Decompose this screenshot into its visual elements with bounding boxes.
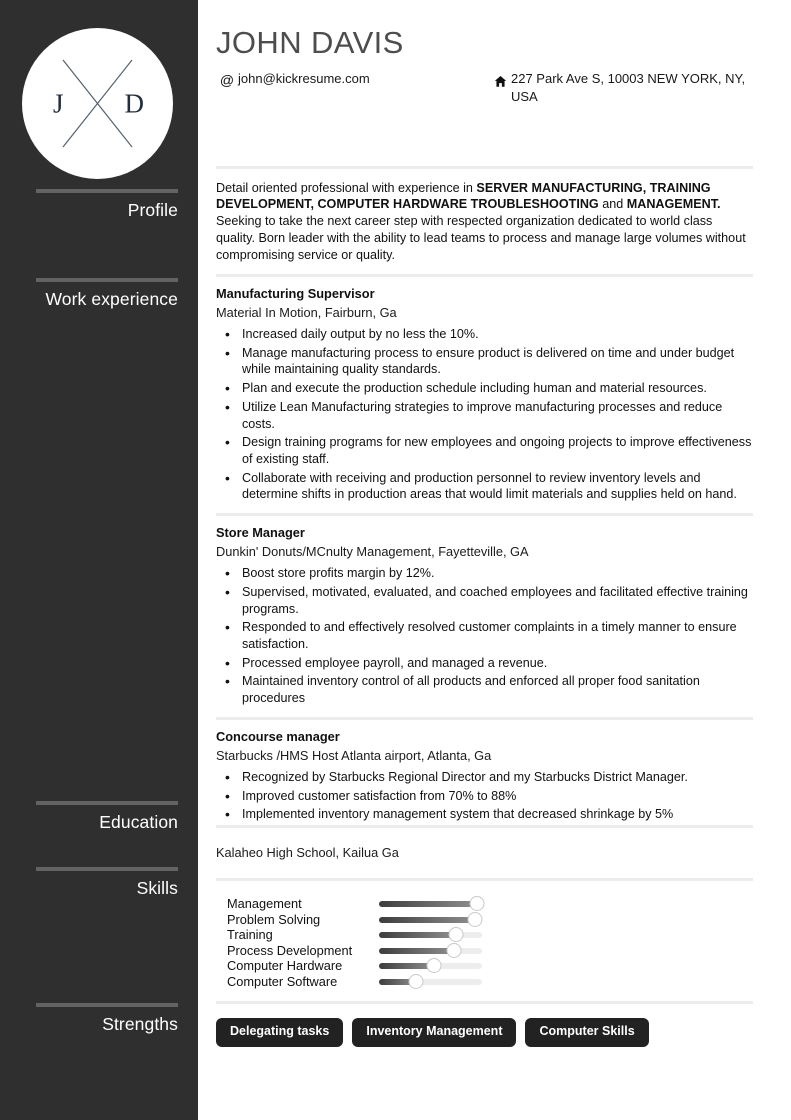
slider-fill bbox=[379, 932, 457, 939]
job-organization: Material In Motion, Fairburn, Ga bbox=[216, 304, 397, 320]
sidebar-label-profile: Profile bbox=[127, 200, 178, 220]
skill-level-slider[interactable] bbox=[379, 973, 482, 989]
work-experience-item: Store Manager Dunkin' Donuts/MCnulty Mana… bbox=[216, 516, 753, 707]
job-bullet: Improved customer satisfaction from 70% … bbox=[216, 787, 753, 805]
sidebar-item-education[interactable]: Education bbox=[0, 310, 198, 833]
summary-text: Detail oriented professional with experi… bbox=[216, 181, 746, 263]
skill-label: Problem Solving bbox=[227, 911, 321, 927]
skill-label: Management bbox=[227, 896, 302, 912]
skill-label: Process Development bbox=[227, 942, 353, 958]
sidebar-item-profile[interactable]: Profile bbox=[0, 0, 198, 221]
skill-level-slider[interactable] bbox=[379, 896, 485, 912]
job-organization: Starbucks /HMS Host Atlanta airport, Atl… bbox=[216, 747, 492, 763]
slider-knob[interactable] bbox=[408, 973, 424, 989]
job-title: Manufacturing Supervisor bbox=[216, 285, 375, 301]
education-item: Kalaheo High School, Kailua Ga bbox=[216, 845, 399, 861]
sidebar-label-education: Education bbox=[99, 812, 178, 832]
sidebar-label-work-experience: Work experience bbox=[45, 289, 178, 309]
resume-header: JOHN DAVIS @ john@kickresume.com 227 Par… bbox=[216, 0, 753, 106]
skill-level-slider[interactable] bbox=[379, 911, 483, 927]
sidebar-item-skills[interactable]: Skills bbox=[0, 833, 198, 899]
slider-knob[interactable] bbox=[469, 896, 485, 912]
slider-fill bbox=[379, 916, 475, 923]
slider-knob[interactable] bbox=[446, 942, 462, 958]
skills-list: Management Problem Solving Training Process… bbox=[216, 881, 753, 1001]
job-bullet: Design training programs for new employe… bbox=[216, 433, 753, 467]
job-bullet: Utilize Lean Manufacturing strategies to… bbox=[216, 398, 753, 432]
work-experience-item: Manufacturing Supervisor Material In Moti… bbox=[216, 277, 753, 503]
strengths-list: Delegating tasks Inventory Management Comp… bbox=[216, 1004, 753, 1047]
education-list: Kalaheo High School, Kailua Ga bbox=[216, 828, 753, 878]
job-bullet: Supervised, motivated, evaluated, and co… bbox=[216, 583, 753, 617]
slider-knob[interactable] bbox=[467, 911, 483, 927]
contact-email-text: john@kickresume.com bbox=[238, 71, 370, 87]
resume-page: J D Profile Work experience Education Sk… bbox=[0, 0, 791, 1120]
job-title: Concourse manager bbox=[216, 728, 340, 744]
profile-summary: Detail oriented professional with experi… bbox=[216, 169, 753, 274]
sidebar: J D Profile Work experience Education Sk… bbox=[0, 0, 198, 1120]
contact-address-text: 227 Park Ave S, 10003 NEW YORK, NY, USA bbox=[511, 71, 746, 105]
job-bullet: Implemented inventory management system … bbox=[216, 805, 753, 823]
skill-row: Problem Solving bbox=[227, 912, 753, 928]
sidebar-label-strengths: Strengths bbox=[102, 1014, 178, 1034]
strength-tag[interactable]: Inventory Management bbox=[352, 1018, 517, 1047]
home-icon bbox=[489, 70, 511, 105]
sidebar-item-work-experience[interactable]: Work experience bbox=[0, 221, 198, 310]
job-bullet: Plan and execute the production schedule… bbox=[216, 379, 753, 397]
job-bullet-list: Increased daily output by no less the 10… bbox=[216, 325, 753, 503]
job-bullet: Increased daily output by no less the 10… bbox=[216, 325, 753, 343]
resume-main: JOHN DAVIS @ john@kickresume.com 227 Par… bbox=[198, 0, 791, 1120]
job-bullet-list: Boost store profits margin by 12%.Superv… bbox=[216, 564, 753, 707]
skill-row: Computer Software bbox=[227, 974, 753, 990]
slider-fill bbox=[379, 947, 455, 954]
job-bullet: Collaborate with receiving and productio… bbox=[216, 469, 753, 503]
strength-tag[interactable]: Computer Skills bbox=[525, 1018, 649, 1047]
contact-email[interactable]: @ john@kickresume.com bbox=[216, 70, 489, 105]
job-bullet: Processed employee payroll, and managed … bbox=[216, 654, 753, 672]
strength-tag[interactable]: Delegating tasks bbox=[216, 1018, 344, 1047]
skill-level-slider[interactable] bbox=[379, 942, 482, 958]
work-experience-item: Concourse manager Starbucks /HMS Host Atl… bbox=[216, 720, 753, 824]
summary-fragment: and bbox=[598, 197, 627, 212]
skill-label: Training bbox=[227, 927, 273, 943]
skill-label: Computer Hardware bbox=[227, 958, 343, 974]
summary-fragment: Seeking to take the next career step wit… bbox=[216, 214, 746, 263]
job-bullet: Manage manufacturing process to ensure p… bbox=[216, 344, 753, 378]
job-bullet: Responded to and effectively resolved cu… bbox=[216, 618, 753, 652]
skill-row: Process Development bbox=[227, 943, 753, 959]
skill-row: Computer Hardware bbox=[227, 958, 753, 974]
at-sign-icon: @ bbox=[219, 72, 235, 89]
skill-level-slider[interactable] bbox=[379, 927, 482, 943]
skill-level-slider[interactable] bbox=[379, 958, 482, 974]
slider-knob[interactable] bbox=[448, 927, 464, 943]
skill-row: Management bbox=[227, 896, 753, 912]
sidebar-label-skills: Skills bbox=[136, 878, 178, 898]
skill-label: Computer Software bbox=[227, 973, 338, 989]
job-bullet: Maintained inventory control of all prod… bbox=[216, 672, 753, 706]
job-bullet: Boost store profits margin by 12%. bbox=[216, 564, 753, 582]
slider-knob[interactable] bbox=[426, 958, 442, 974]
job-title: Store Manager bbox=[216, 525, 305, 541]
contact-address: 227 Park Ave S, 10003 NEW YORK, NY, USA bbox=[489, 70, 753, 105]
job-bullet-list: Recognized by Starbucks Regional Directo… bbox=[216, 768, 753, 824]
slider-fill bbox=[379, 901, 477, 908]
sidebar-item-strengths[interactable]: Strengths bbox=[0, 899, 198, 1035]
page-title: JOHN DAVIS bbox=[216, 25, 404, 60]
work-experience-list: Manufacturing Supervisor Material In Moti… bbox=[216, 277, 753, 824]
summary-fragment: Detail oriented professional with experi… bbox=[216, 180, 477, 195]
skill-row: Training bbox=[227, 927, 753, 943]
contact-row: @ john@kickresume.com 227 Park Ave S, 10… bbox=[216, 70, 753, 105]
summary-emphasis: MANAGEMENT. bbox=[626, 197, 721, 212]
job-bullet: Recognized by Starbucks Regional Directo… bbox=[216, 768, 753, 786]
job-organization: Dunkin' Donuts/MCnulty Management, Fayet… bbox=[216, 543, 529, 559]
